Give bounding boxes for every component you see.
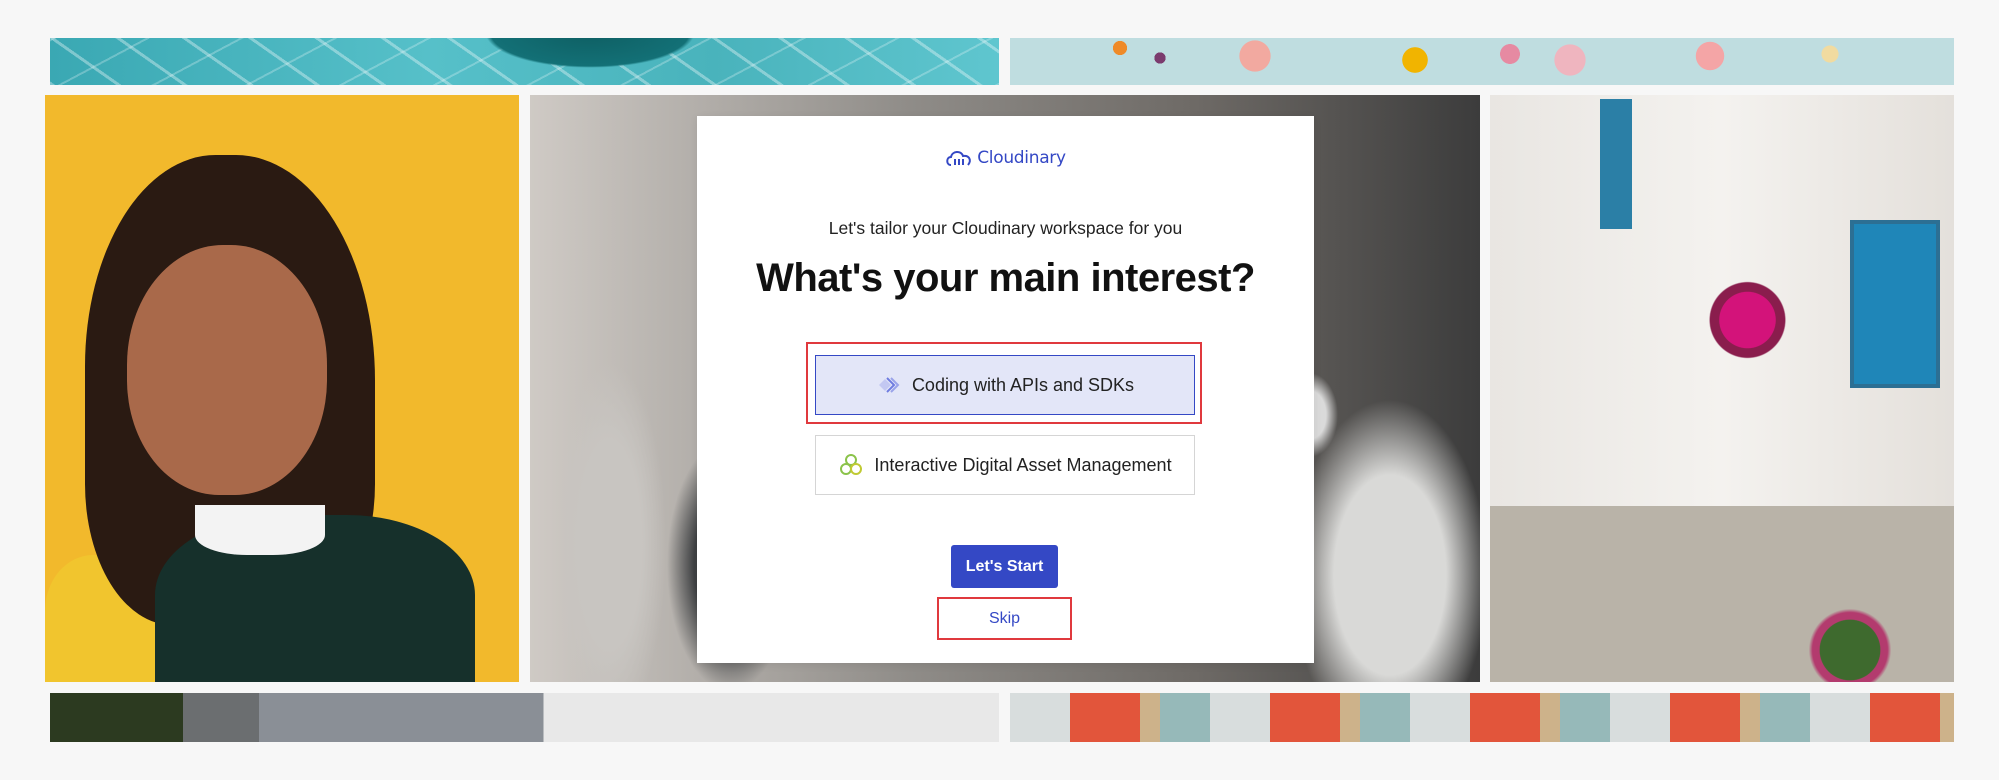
asset-cubes-icon — [840, 454, 863, 475]
cloudinary-logo: Cloudinary — [697, 148, 1314, 168]
code-chevron-icon — [878, 377, 900, 393]
modal-subtitle: Let's tailor your Cloudinary workspace f… — [828, 218, 1183, 238]
lets-start-button[interactable]: Let's Start — [951, 545, 1058, 588]
cloud-logo-icon — [946, 151, 971, 166]
skip-link[interactable]: Skip — [937, 597, 1072, 640]
modal-title: What's your main interest? — [756, 256, 1255, 300]
onboarding-modal: Cloudinary Let's tailor your Cloudinary … — [697, 116, 1314, 663]
background-tile-palm — [50, 693, 999, 742]
background-tile-portrait — [45, 95, 519, 682]
background-tile-balcony — [1010, 693, 1954, 742]
option-label: Interactive Digital Asset Management — [874, 454, 1172, 475]
background-tile-flowers — [1010, 38, 1954, 85]
logo-text: Cloudinary — [977, 148, 1066, 168]
option-label: Coding with APIs and SDKs — [911, 374, 1135, 395]
background-tile-pool — [50, 38, 999, 85]
option-digital-asset-management[interactable]: Interactive Digital Asset Management — [815, 435, 1195, 495]
option-coding-apis-sdks[interactable]: Coding with APIs and SDKs — [815, 355, 1195, 415]
background-tile-greek — [1490, 95, 1954, 682]
